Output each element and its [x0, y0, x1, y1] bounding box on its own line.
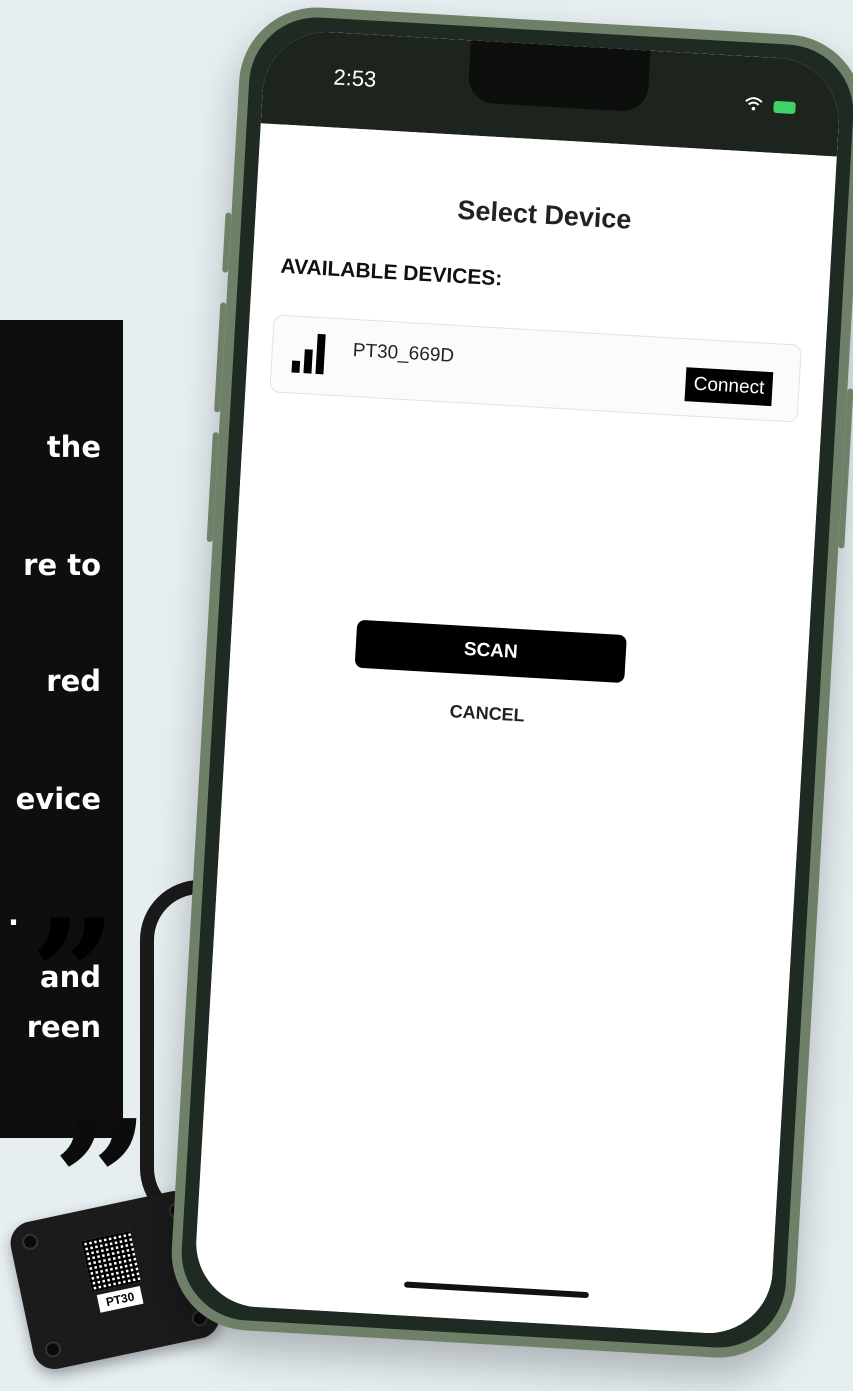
available-devices-heading: AVAILABLE DEVICES: — [279, 254, 503, 291]
status-icons — [744, 94, 796, 118]
caption-line: evice — [15, 782, 101, 816]
caption-panel: the re to red evice . ” and reen — [0, 320, 123, 1138]
phone-side-button — [222, 212, 232, 273]
device-label: PT30 — [96, 1285, 144, 1313]
select-device-sheet: Select Device AVAILABLE DEVICES: PT30_66… — [192, 123, 837, 1337]
device-list-item[interactable]: PT30_669D Connect — [269, 314, 802, 423]
camera-notch — [467, 40, 651, 113]
caption-line: and — [40, 960, 101, 994]
qr-code-icon — [81, 1230, 141, 1293]
screw-icon — [20, 1232, 40, 1252]
caption-line: the — [46, 430, 101, 464]
battery-charging-icon — [773, 101, 796, 115]
phone-side-button — [214, 302, 227, 413]
device-name: PT30_669D — [352, 339, 455, 367]
decorative-quote-top: ” — [0, 0, 61, 60]
wifi-icon — [744, 94, 768, 115]
connect-button[interactable]: Connect — [684, 367, 774, 407]
phone-screen: 2:53 Select Device AVAILABLE DEVICES: PT… — [192, 28, 843, 1337]
phone-side-button — [838, 388, 853, 549]
phone-mockup: 2:53 Select Device AVAILABLE DEVICES: PT… — [167, 3, 853, 1362]
scan-button[interactable]: SCAN — [354, 619, 627, 684]
caption-line: reen — [26, 1010, 101, 1044]
page-title: Select Device — [456, 194, 633, 235]
status-time: 2:53 — [332, 64, 378, 92]
phone-side-button — [206, 432, 219, 543]
screw-icon — [43, 1339, 63, 1359]
caption-line: . — [7, 898, 19, 932]
cancel-button[interactable]: CANCEL — [352, 696, 623, 733]
signal-strength-icon — [291, 333, 329, 375]
caption-line: red — [46, 664, 101, 698]
caption-line: re to — [23, 548, 101, 582]
home-indicator — [403, 1281, 590, 1299]
